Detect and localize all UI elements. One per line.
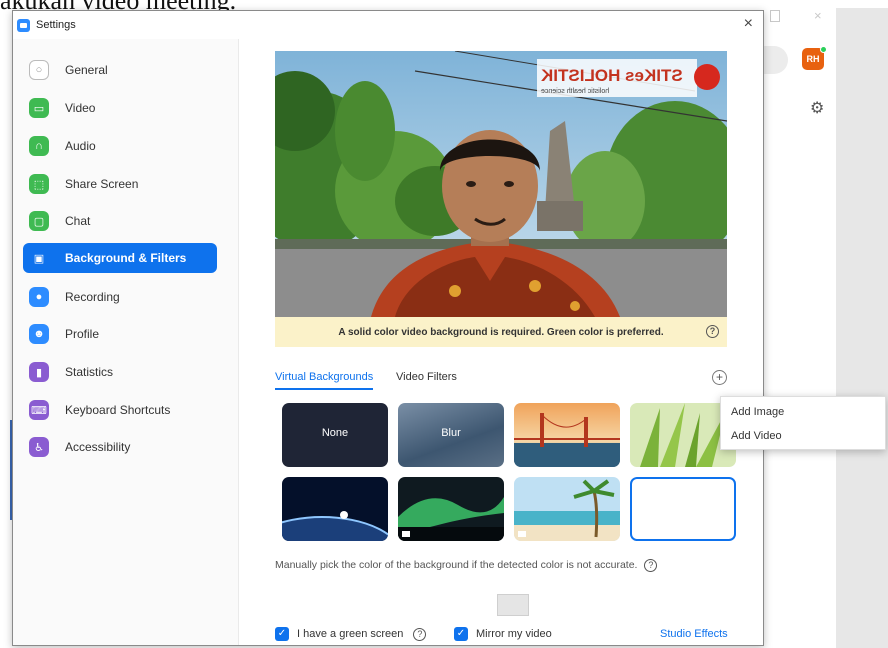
green-screen-option: ✓ I have a green screen ? bbox=[275, 627, 427, 641]
statistics-icon: ▮ bbox=[29, 362, 49, 382]
profile-icon: ☻ bbox=[29, 324, 49, 344]
window-title: Settings bbox=[36, 19, 76, 31]
color-pick-hint: Manually pick the color of the backgroun… bbox=[275, 559, 745, 572]
sidebar-item-share-screen[interactable]: ⬚ Share Screen bbox=[23, 169, 217, 199]
background-thumb-aurora[interactable] bbox=[398, 477, 504, 541]
video-preview: STIKes HOLISTIK holistic health science bbox=[275, 51, 727, 317]
green-screen-checkbox[interactable]: ✓ bbox=[275, 627, 289, 641]
thumb-label: Blur bbox=[441, 427, 461, 439]
banner-subtext: holistic health science bbox=[541, 88, 609, 95]
settings-sidebar: ○ General ▭ Video ∩ Audio ⬚ Share Screen ▢ Chat ▣ B… bbox=[13, 39, 239, 645]
help-icon[interactable]: ? bbox=[706, 325, 719, 338]
sidebar-item-label: Background & Filters bbox=[65, 251, 187, 265]
sidebar-item-label: Chat bbox=[65, 214, 91, 228]
zoom-app-icon bbox=[17, 18, 30, 32]
gear-icon: ○ bbox=[29, 60, 49, 80]
sidebar-item-label: Statistics bbox=[65, 365, 114, 379]
studio-effects-link[interactable]: Studio Effects bbox=[660, 628, 728, 640]
video-icon: ▭ bbox=[29, 98, 49, 118]
chat-icon: ▢ bbox=[29, 211, 49, 231]
accessibility-icon: ♿ bbox=[29, 437, 49, 457]
sidebar-item-label: Recording bbox=[65, 290, 120, 304]
sidebar-item-label: General bbox=[65, 63, 108, 77]
headphones-icon: ∩ bbox=[29, 136, 49, 156]
online-status-dot bbox=[820, 46, 827, 53]
background-tabs: Virtual Backgrounds Video Filters + bbox=[275, 370, 735, 401]
add-background-menu: Add Image Add Video bbox=[720, 396, 886, 450]
notice-text: A solid color video background is requir… bbox=[338, 326, 664, 338]
help-icon[interactable]: ? bbox=[413, 627, 427, 641]
green-screen-notice: A solid color video background is requir… bbox=[275, 317, 727, 347]
sidebar-item-label: Accessibility bbox=[65, 440, 131, 454]
background-thumb-beach[interactable] bbox=[514, 477, 620, 541]
maximize-icon[interactable] bbox=[770, 10, 780, 22]
background-side-strip bbox=[836, 8, 888, 648]
sidebar-item-accessibility[interactable]: ♿ Accessibility bbox=[23, 432, 217, 462]
sidebar-item-statistics[interactable]: ▮ Statistics bbox=[23, 357, 217, 387]
background-icon: ▣ bbox=[29, 248, 49, 268]
tab-virtual-backgrounds[interactable]: Virtual Backgrounds bbox=[275, 371, 374, 390]
menu-item-add-video[interactable]: Add Video bbox=[721, 424, 885, 448]
background-thumb-empty-selected[interactable] bbox=[630, 477, 736, 541]
close-button[interactable]: × bbox=[744, 15, 753, 33]
color-picker-swatch[interactable] bbox=[497, 594, 529, 616]
sidebar-item-general[interactable]: ○ General bbox=[23, 55, 217, 85]
mirror-video-checkbox[interactable]: ✓ bbox=[454, 627, 468, 641]
thumb-label: None bbox=[321, 427, 349, 439]
settings-dialog: Settings × ○ General ▭ Video ∩ Audio ⬚ Share Sc… bbox=[12, 10, 764, 646]
settings-gear-icon[interactable]: ⚙ bbox=[810, 98, 824, 118]
add-background-button[interactable]: + bbox=[712, 370, 727, 385]
sidebar-item-video[interactable]: ▭ Video bbox=[23, 93, 217, 123]
sidebar-item-label: Profile bbox=[65, 327, 100, 341]
mirror-video-option: ✓ Mirror my video bbox=[454, 627, 552, 641]
sidebar-item-recording[interactable]: ● Recording bbox=[23, 282, 217, 312]
sidebar-item-audio[interactable]: ∩ Audio bbox=[23, 131, 217, 161]
sidebar-item-label: Share Screen bbox=[65, 177, 139, 191]
mirror-video-label: Mirror my video bbox=[476, 628, 552, 640]
sidebar-item-background-filters[interactable]: ▣ Background & Filters bbox=[23, 243, 217, 273]
menu-item-add-image[interactable]: Add Image bbox=[721, 400, 885, 424]
background-thumb-none[interactable]: None bbox=[282, 403, 388, 467]
recording-icon: ● bbox=[29, 287, 49, 307]
sidebar-item-label: Keyboard Shortcuts bbox=[65, 403, 171, 417]
banner-text: STIKes HOLISTIK bbox=[540, 66, 682, 85]
hint-text: Manually pick the color of the backgroun… bbox=[275, 559, 638, 571]
green-screen-label: I have a green screen bbox=[297, 628, 404, 640]
background-thumb-golden-gate[interactable] bbox=[514, 403, 620, 467]
keyboard-icon: ⌨ bbox=[29, 400, 49, 420]
help-icon[interactable]: ? bbox=[644, 559, 658, 572]
sidebar-item-label: Video bbox=[65, 101, 96, 115]
sidebar-item-label: Audio bbox=[65, 139, 96, 153]
sidebar-item-profile[interactable]: ☻ Profile bbox=[23, 319, 217, 349]
close-icon[interactable]: × bbox=[814, 8, 822, 23]
tab-video-filters[interactable]: Video Filters bbox=[396, 371, 457, 388]
background-app-window: × RH ⚙ bbox=[756, 8, 888, 648]
share-screen-icon: ⬚ bbox=[29, 174, 49, 194]
background-thumb-earth[interactable] bbox=[282, 477, 388, 541]
background-thumb-blur[interactable]: Blur bbox=[398, 403, 504, 467]
title-bar: Settings × bbox=[13, 11, 763, 39]
sidebar-item-chat[interactable]: ▢ Chat bbox=[23, 206, 217, 236]
sidebar-item-keyboard-shortcuts[interactable]: ⌨ Keyboard Shortcuts bbox=[23, 395, 217, 425]
